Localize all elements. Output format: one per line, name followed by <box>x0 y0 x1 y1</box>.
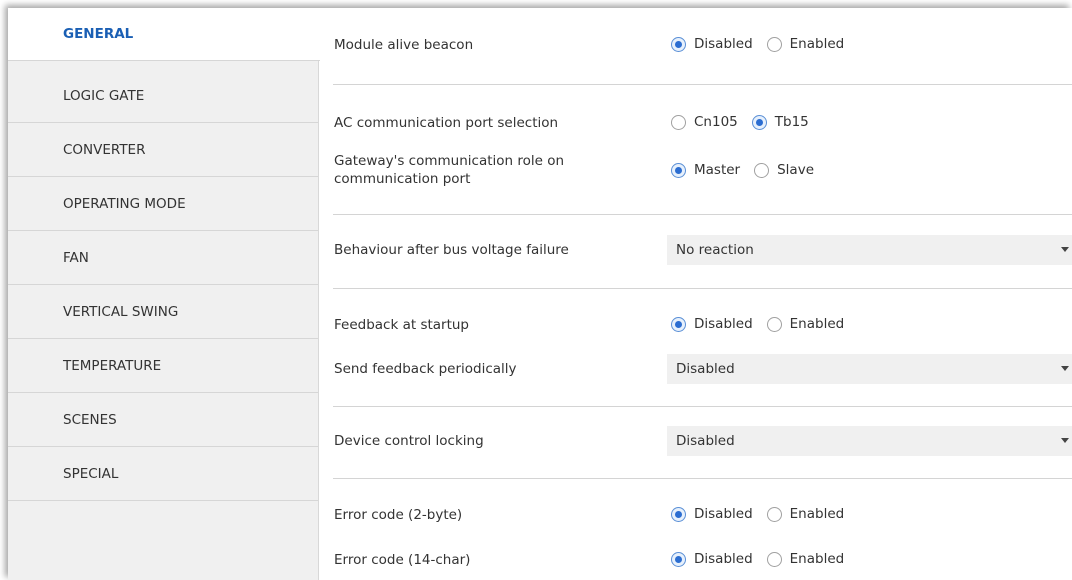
sidebar-item-fan[interactable]: FAN <box>8 232 318 285</box>
sidebar-item-label: SPECIAL <box>63 466 119 482</box>
beacon-disabled-option[interactable]: Disabled <box>671 36 753 52</box>
radio-checked-icon[interactable] <box>671 506 686 522</box>
option-label: Enabled <box>789 551 845 567</box>
error-2byte-radio-group: Disabled Enabled <box>671 506 858 522</box>
sidebar-item-label: GENERAL <box>63 26 134 42</box>
option-label: Disabled <box>694 506 753 522</box>
port-tb15-option[interactable]: Tb15 <box>751 114 809 130</box>
feedback-startup-radio-group: Disabled Enabled <box>671 316 858 332</box>
radio-unchecked-icon[interactable] <box>671 114 686 130</box>
radio-unchecked-icon[interactable] <box>766 506 782 522</box>
port-radio-group: Cn105 Tb15 <box>671 114 823 130</box>
port-cn105-option[interactable]: Cn105 <box>671 114 738 130</box>
option-label: Master <box>694 162 741 178</box>
sidebar-item-label: OPERATING MODE <box>63 196 186 212</box>
radio-unchecked-icon[interactable] <box>766 551 782 567</box>
option-label: Disabled <box>694 36 753 52</box>
beacon-radio-group: Disabled Enabled <box>671 36 858 52</box>
main-panel: Module alive beacon Disabled Enabled AC … <box>319 8 1072 580</box>
option-label: Disabled <box>694 551 753 567</box>
sidebar-item-label: CONVERTER <box>63 142 146 158</box>
error-14char-enabled-option[interactable]: Enabled <box>766 551 845 567</box>
beacon-label: Module alive beacon <box>334 37 474 53</box>
option-label: Cn105 <box>694 114 738 130</box>
role-slave-option[interactable]: Slave <box>754 162 814 178</box>
error-2byte-disabled-option[interactable]: Disabled <box>671 506 753 522</box>
feedback-periodic-select[interactable]: Disabled <box>667 354 1072 384</box>
radio-unchecked-icon[interactable] <box>754 162 770 178</box>
radio-checked-icon[interactable] <box>671 551 686 567</box>
dropdown-arrow-icon <box>1061 247 1069 252</box>
sidebar-item-scenes[interactable]: SCENES <box>8 394 318 447</box>
select-value: No reaction <box>676 242 754 258</box>
error-14char-disabled-option[interactable]: Disabled <box>671 551 753 567</box>
option-label: Disabled <box>694 316 753 332</box>
sidebar-item-vertical-swing[interactable]: VERTICAL SWING <box>8 286 318 339</box>
role-label-line1: Gateway's communication role on <box>334 153 565 169</box>
option-label: Slave <box>777 162 814 178</box>
select-value: Disabled <box>676 433 735 449</box>
sidebar-item-label: TEMPERATURE <box>63 358 162 374</box>
locking-select[interactable]: Disabled <box>667 426 1072 456</box>
feedback-periodic-label: Send feedback periodically <box>334 361 517 377</box>
divider <box>333 214 1072 215</box>
sidebar-item-general[interactable]: GENERAL <box>8 8 320 61</box>
error-2byte-enabled-option[interactable]: Enabled <box>766 506 845 522</box>
error-2byte-label: Error code (2-byte) <box>334 507 463 523</box>
sidebar-item-temperature[interactable]: TEMPERATURE <box>8 340 318 393</box>
role-master-option[interactable]: Master <box>671 162 740 178</box>
feedback-startup-label: Feedback at startup <box>334 317 470 333</box>
sidebar-item-label: SCENES <box>63 412 117 428</box>
error-14char-radio-group: Disabled Enabled <box>671 551 858 567</box>
radio-unchecked-icon[interactable] <box>766 316 782 332</box>
divider <box>333 406 1072 407</box>
settings-window: GENERAL LOGIC GATE CONVERTER OPERATING M… <box>8 8 1072 580</box>
sidebar-item-operating-mode[interactable]: OPERATING MODE <box>8 178 318 231</box>
divider <box>333 84 1072 85</box>
locking-label: Device control locking <box>334 433 484 449</box>
beacon-enabled-option[interactable]: Enabled <box>766 36 845 52</box>
feedback-startup-disabled-option[interactable]: Disabled <box>671 316 753 332</box>
radio-checked-icon[interactable] <box>671 36 686 52</box>
sidebar-item-label: LOGIC GATE <box>63 88 145 104</box>
radio-checked-icon[interactable] <box>671 316 686 332</box>
divider <box>333 478 1072 479</box>
role-radio-group: Master Slave <box>671 162 828 178</box>
sidebar-item-logic-gate[interactable]: LOGIC GATE <box>8 70 318 123</box>
bus-failure-label: Behaviour after bus voltage failure <box>334 242 569 258</box>
radio-unchecked-icon[interactable] <box>766 36 782 52</box>
option-label: Enabled <box>789 36 845 52</box>
option-label: Enabled <box>789 506 845 522</box>
sidebar: GENERAL LOGIC GATE CONVERTER OPERATING M… <box>8 8 320 580</box>
error-14char-label: Error code (14-char) <box>334 552 471 568</box>
radio-checked-icon[interactable] <box>751 114 767 130</box>
select-value: Disabled <box>676 361 735 377</box>
role-label-line2: communication port <box>334 171 471 187</box>
feedback-startup-enabled-option[interactable]: Enabled <box>766 316 845 332</box>
dropdown-arrow-icon <box>1061 366 1069 371</box>
sidebar-item-label: FAN <box>63 250 89 266</box>
bus-failure-select[interactable]: No reaction <box>667 235 1072 265</box>
divider <box>333 288 1072 289</box>
role-label: Gateway's communication role on communic… <box>334 152 564 188</box>
radio-checked-icon[interactable] <box>671 162 686 178</box>
sidebar-item-special[interactable]: SPECIAL <box>8 448 318 501</box>
dropdown-arrow-icon <box>1061 438 1069 443</box>
option-label: Tb15 <box>774 114 809 130</box>
sidebar-item-label: VERTICAL SWING <box>63 304 179 320</box>
sidebar-item-converter[interactable]: CONVERTER <box>8 124 318 177</box>
port-label: AC communication port selection <box>334 115 559 131</box>
option-label: Enabled <box>789 316 845 332</box>
